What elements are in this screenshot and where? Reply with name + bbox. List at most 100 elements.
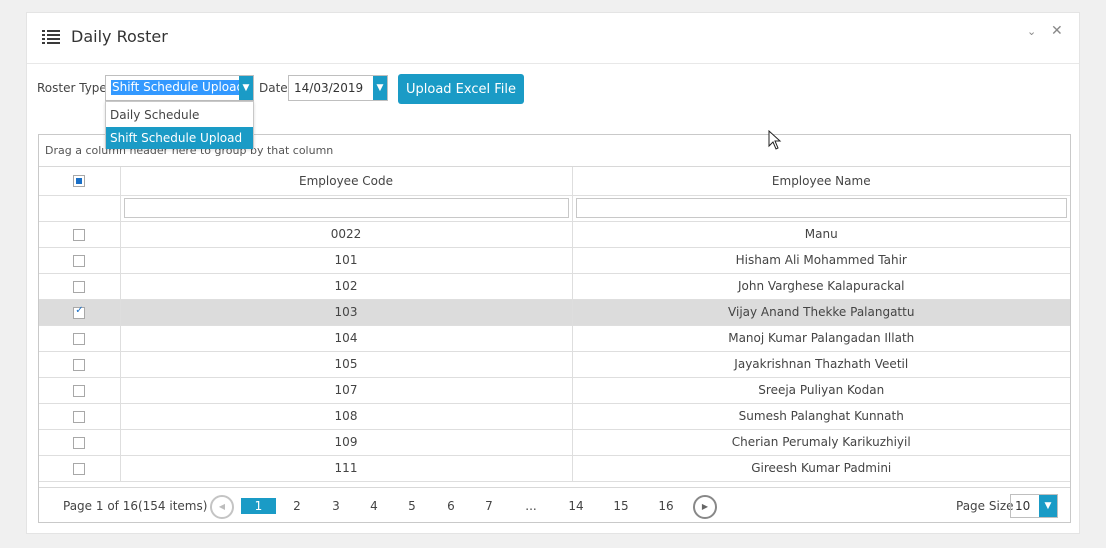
select-all-header[interactable] [39,167,121,196]
select-all-checkbox[interactable] [73,175,86,188]
employee-code-cell: 107 [119,376,573,404]
row-checkbox[interactable] [73,462,86,475]
row-checkbox[interactable] [73,228,86,241]
chevron-down-icon[interactable]: ⌄ [1027,25,1036,38]
row-select-cell[interactable] [39,402,121,430]
next-page-icon[interactable]: ▶ [693,495,717,519]
column-header-employee-name[interactable]: Employee Name [571,167,1070,196]
row-select-cell[interactable] [39,428,121,456]
pager-ellipsis[interactable]: ... [521,499,541,513]
row-select-cell[interactable] [39,298,121,326]
page-number-7[interactable]: 7 [479,499,499,513]
table-row[interactable]: 101 Hisham Ali Mohammed Tahir [39,246,1070,274]
table-row[interactable]: 0022 Manu [39,220,1070,248]
employee-name-cell: Jayakrishnan Thazhath Veetil [571,350,1070,378]
roster-type-dropdown: Daily Schedule Shift Schedule Upload [105,101,254,149]
row-checkbox[interactable] [73,332,86,345]
prev-page-icon[interactable]: ◀ [210,495,234,519]
row-checkbox[interactable] [73,436,86,449]
roster-type-value: Shift Schedule Upload [111,80,246,95]
page-number-3[interactable]: 3 [326,499,346,513]
row-select-cell[interactable] [39,454,121,482]
header-row: Employee Code Employee Name [39,167,1070,196]
employee-name-cell: Vijay Anand Thekke Palangattu [571,298,1070,326]
column-header-employee-code[interactable]: Employee Code [119,167,573,196]
table-row[interactable]: 102 John Varghese Kalapurackal [39,272,1070,300]
row-checkbox[interactable] [73,280,86,293]
employee-name-cell: Gireesh Kumar Padmini [571,454,1070,482]
page-size-value: 10 [1015,499,1031,513]
row-select-cell[interactable] [39,246,121,274]
page-size-dropdown-icon[interactable]: ▼ [1039,495,1057,517]
grid-table: Employee Code Employee Name 0022 Manu 101 H… [39,167,1070,482]
page-number-6[interactable]: 6 [441,499,461,513]
page-number-15[interactable]: 15 [611,499,631,513]
row-checkbox[interactable] [73,254,86,267]
table-row[interactable]: 109 Cherian Perumaly Karikuzhiyil [39,428,1070,456]
dropdown-option-shift-schedule-upload[interactable]: Shift Schedule Upload [106,127,253,149]
page-size-label: Page Size [956,499,1014,513]
mouse-cursor-icon [768,130,782,150]
employee-code-cell: 104 [119,324,573,352]
pager-info: Page 1 of 16(154 items) [63,499,208,513]
row-select-cell[interactable] [39,350,121,378]
table-row[interactable]: 104 Manoj Kumar Palangadan Illath [39,324,1070,352]
employee-name-cell: Sumesh Palanghat Kunnath [571,402,1070,430]
row-checkbox[interactable] [73,358,86,371]
filter-cell-name [571,194,1070,222]
employee-code-cell: 103 [119,298,573,326]
date-value: 14/03/2019 [294,81,364,95]
filter-row [39,194,1070,222]
employee-code-cell: 108 [119,402,573,430]
employee-name-cell: Manu [571,220,1070,248]
page-number-2[interactable]: 2 [287,499,307,513]
page-number-4[interactable]: 4 [364,499,384,513]
page-number-1[interactable]: 1 [241,498,276,514]
calendar-dropdown-icon[interactable]: ▼ [373,76,387,100]
page-title: Daily Roster [71,27,168,46]
filter-cell-code [119,194,573,222]
page-number-14[interactable]: 14 [566,499,586,513]
employee-name-cell: Hisham Ali Mohammed Tahir [571,246,1070,274]
row-select-cell[interactable] [39,376,121,404]
employee-code-cell: 111 [119,454,573,482]
panel-header: Daily Roster ⌄ ✕ [27,13,1079,64]
roster-type-label: Roster Type [37,81,107,95]
employee-code-filter[interactable] [123,198,569,218]
row-checkbox[interactable] [73,384,86,397]
date-picker[interactable]: 14/03/2019 ▼ [288,75,388,101]
employee-code-cell: 105 [119,350,573,378]
employee-code-cell: 102 [119,272,573,300]
table-row[interactable]: 108 Sumesh Palanghat Kunnath [39,402,1070,430]
roster-type-select[interactable]: Shift Schedule Upload ▼ [105,75,254,101]
date-label: Date [259,81,288,95]
employee-name-cell: Manoj Kumar Palangadan Illath [571,324,1070,352]
list-icon [42,30,60,44]
row-checkbox[interactable] [73,305,86,319]
roster-grid: Drag a column header here to group by th… [38,134,1071,523]
close-icon[interactable]: ✕ [1051,23,1063,39]
pager: Page 1 of 16(154 items) ◀ 1 2 3 4 5 6 7... 14 15… [39,487,1070,523]
table-row[interactable]: 103Vijay Anand Thekke Palangattu [39,298,1070,326]
employee-code-cell: 109 [119,428,573,456]
dropdown-option-daily-schedule[interactable]: Daily Schedule [106,104,253,126]
table-row[interactable]: 111 Gireesh Kumar Padmini [39,454,1070,482]
table-row[interactable]: 107 Sreeja Puliyan Kodan [39,376,1070,404]
page-number-16[interactable]: 16 [656,499,676,513]
row-select-cell[interactable] [39,324,121,352]
row-checkbox[interactable] [73,410,86,423]
table-row[interactable]: 105 Jayakrishnan Thazhath Veetil [39,350,1070,378]
dropdown-arrow-icon[interactable]: ▼ [239,76,253,100]
page-size-select[interactable]: 10 ▼ [1010,494,1058,518]
employee-code-cell: 0022 [119,220,573,248]
employee-name-cell: Cherian Perumaly Karikuzhiyil [571,428,1070,456]
row-select-cell[interactable] [39,220,121,248]
row-select-cell[interactable] [39,272,121,300]
filter-cell-empty [39,194,121,222]
upload-excel-button[interactable]: Upload Excel File [398,74,524,104]
page-number-5[interactable]: 5 [402,499,422,513]
employee-name-cell: Sreeja Puliyan Kodan [571,376,1070,404]
employee-name-cell: John Varghese Kalapurackal [571,272,1070,300]
daily-roster-panel: Daily Roster ⌄ ✕ Roster Type Shift Sched… [26,12,1080,534]
employee-name-filter[interactable] [575,198,1067,218]
